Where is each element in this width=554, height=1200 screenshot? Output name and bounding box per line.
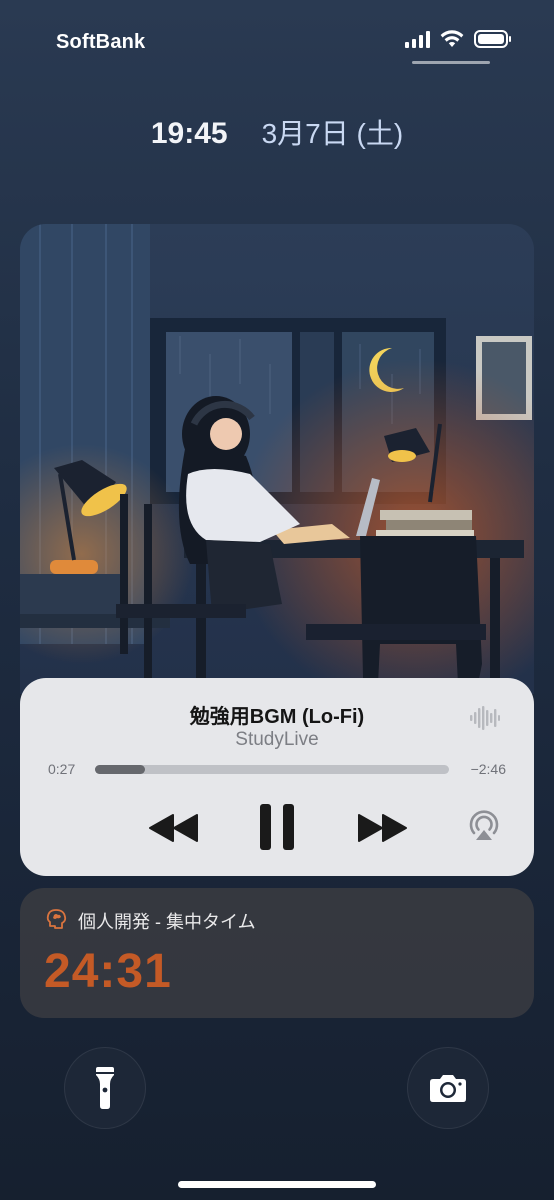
rewind-icon: [149, 814, 198, 842]
lock-screen-clock: 19:45 3月7日 (土): [0, 112, 554, 152]
focus-countdown: 24:31: [44, 945, 172, 998]
airplay-button[interactable]: [466, 808, 502, 844]
airplay-icon: [469, 810, 499, 840]
signal-icon: [405, 30, 430, 48]
audio-wave-icon: [470, 706, 500, 730]
status-bar: SoftBank: [0, 0, 554, 80]
clock-date: 3月7日 (土): [261, 118, 404, 149]
playback-scrubber[interactable]: [95, 765, 449, 774]
remaining-time: −2:46: [470, 761, 506, 777]
flashlight-button[interactable]: [64, 1047, 146, 1129]
fast-forward-icon: [358, 814, 407, 842]
pause-button[interactable]: [252, 800, 302, 854]
carrier-name: SoftBank: [56, 31, 146, 53]
playback-progress-fill: [95, 765, 145, 774]
battery-icon: [474, 30, 511, 48]
pause-icon: [260, 804, 294, 850]
clock-time: 19:45: [150, 117, 228, 150]
wifi-icon: [440, 30, 464, 47]
track-artist: StudyLive: [235, 729, 319, 750]
status-icons: [405, 30, 511, 48]
camera-icon: [430, 1075, 466, 1102]
now-playing-card[interactable]: 勉強用BGM (Lo-Fi) StudyLive 0:27 −2:46: [20, 678, 534, 876]
track-title: 勉強用BGM (Lo-Fi): [189, 706, 365, 728]
fast-forward-button[interactable]: [352, 806, 412, 850]
focus-session-label: 個人開発 - 集中タイム: [78, 912, 256, 932]
album-artwork: [20, 224, 534, 724]
rewind-button[interactable]: [144, 806, 204, 850]
control-center-indicator[interactable]: [412, 61, 490, 64]
camera-button[interactable]: [407, 1047, 489, 1129]
elapsed-time: 0:27: [48, 761, 76, 777]
flashlight-icon: [96, 1067, 114, 1109]
focus-timer-live-activity[interactable]: 個人開発 - 集中タイム 24:31: [20, 888, 534, 1018]
brain-icon: [46, 909, 67, 929]
home-indicator[interactable]: [178, 1181, 376, 1188]
